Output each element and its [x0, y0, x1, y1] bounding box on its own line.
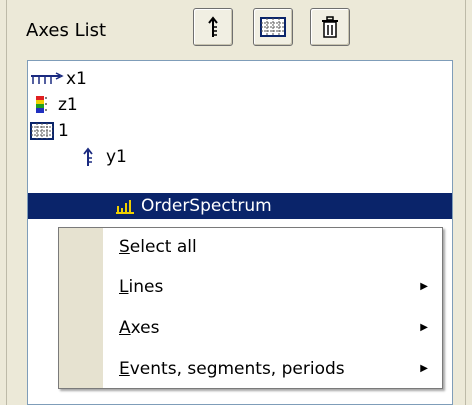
x-axis-icon [31, 72, 64, 84]
menu-icon-stripe [59, 228, 103, 388]
submenu-arrow-icon: ▶ [420, 322, 428, 333]
tree-item-label: x1 [66, 69, 87, 89]
tree-item-z1[interactable]: z1 [34, 92, 78, 118]
color-scale-icon [36, 96, 47, 113]
delete-button[interactable] [310, 8, 350, 46]
axes-list-label: Axes List [26, 20, 107, 41]
grid-icon [30, 122, 54, 140]
tree-item-1[interactable]: 1 [30, 118, 69, 144]
tree-item-y1[interactable]: y1 [82, 144, 127, 170]
tree-item-orderspectrum[interactable]: OrderSpectrum [28, 193, 452, 219]
menu-label: ines [128, 277, 164, 297]
menu-accel: E [119, 359, 130, 379]
add-axis-button[interactable] [193, 8, 233, 46]
menu-item-lines[interactable]: Lines ▶ [119, 272, 434, 302]
tree-item-x1[interactable]: x1 [30, 66, 87, 92]
right-divider [465, 0, 466, 405]
axes-panel: Axes List x1 z1 1 y1 OrderSpectrum Selec… [0, 0, 472, 405]
menu-item-select-all[interactable]: Select all [119, 232, 434, 262]
menu-item-axes[interactable]: Axes ▶ [119, 313, 434, 343]
menu-label: elect all [129, 237, 197, 257]
menu-label: vents, segments, periods [129, 359, 345, 379]
left-divider [6, 0, 7, 405]
tree-item-label: y1 [106, 147, 127, 167]
y-axis-icon [83, 147, 93, 166]
submenu-arrow-icon: ▶ [420, 363, 428, 374]
menu-item-events[interactable]: Events, segments, periods ▶ [119, 354, 434, 384]
vertical-axis-icon [208, 16, 218, 37]
menu-label: xes [130, 318, 160, 338]
menu-accel: A [119, 318, 131, 338]
submenu-arrow-icon: ▶ [420, 281, 428, 292]
context-menu: Select all Lines ▶ Axes ▶ Events, segmen… [58, 227, 443, 389]
menu-accel: S [119, 237, 130, 257]
trash-icon [322, 16, 338, 38]
grid-button[interactable] [253, 8, 293, 46]
tree-item-label: 1 [58, 121, 69, 141]
grid-icon [260, 17, 286, 37]
tree-item-label: z1 [58, 95, 78, 115]
bar-chart-icon [116, 200, 134, 214]
tree-item-label: OrderSpectrum [141, 196, 272, 216]
